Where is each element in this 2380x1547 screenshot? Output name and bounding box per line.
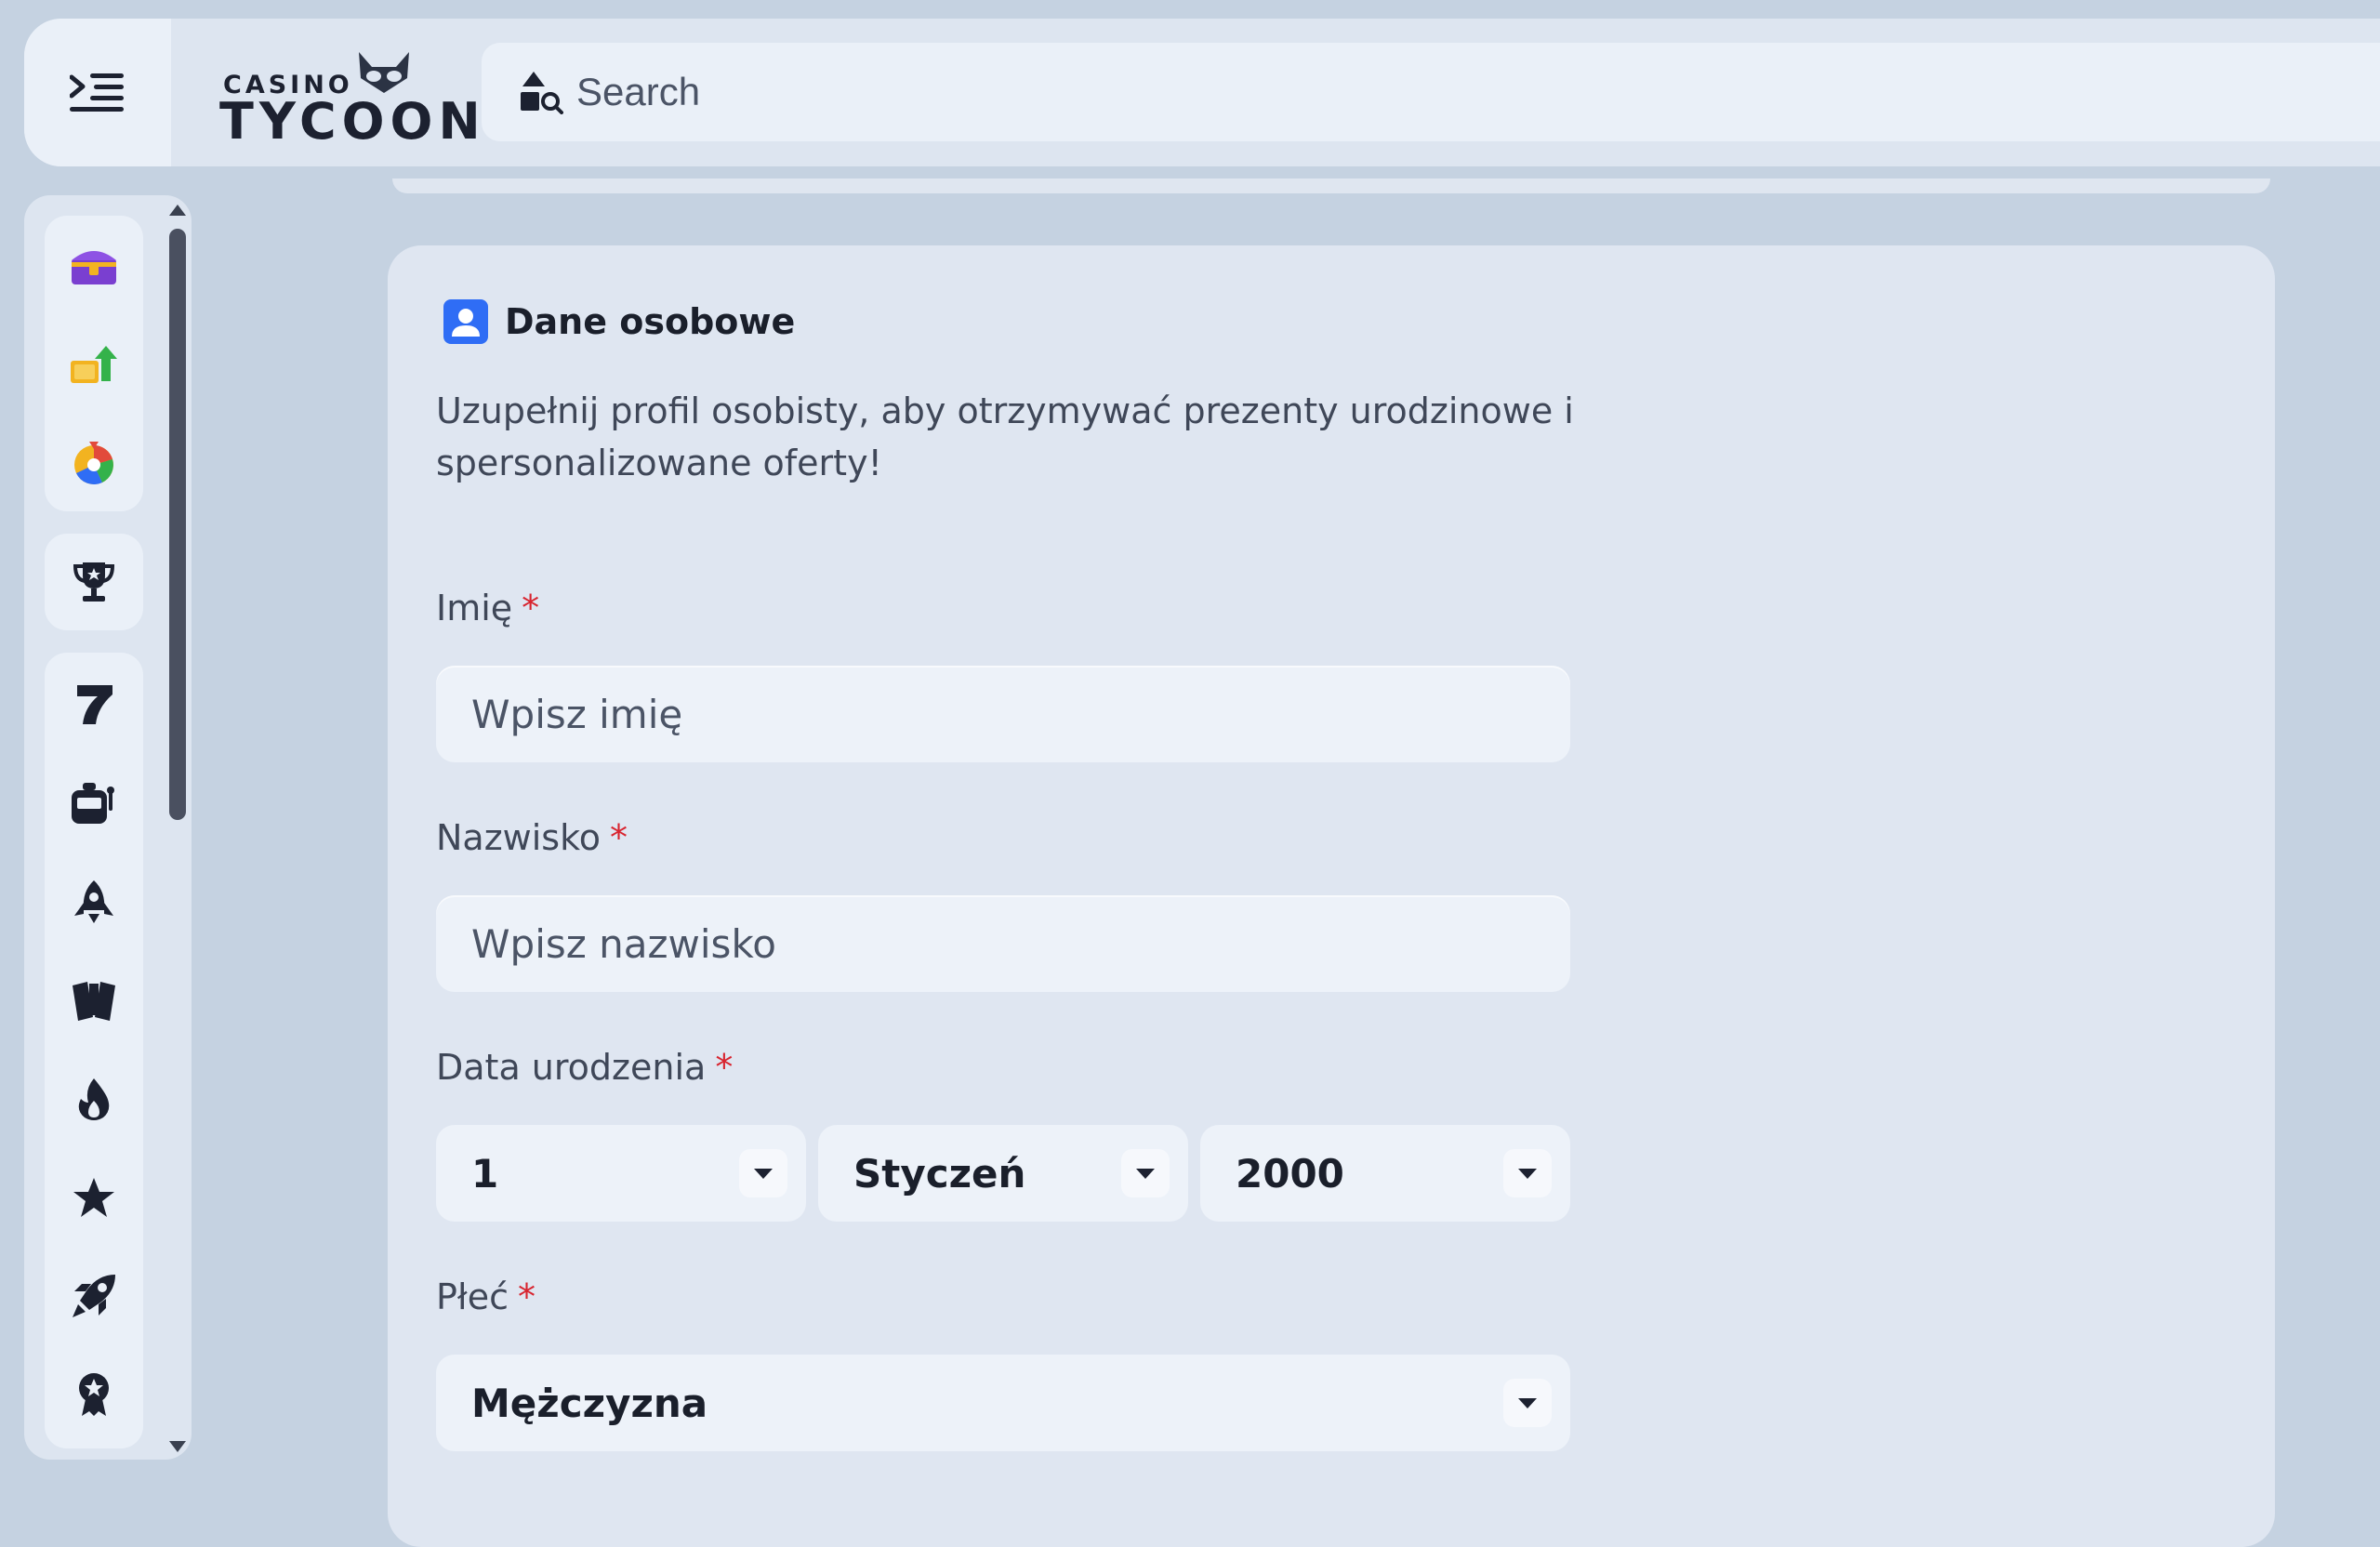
scroll-down-arrow[interactable] [169, 1441, 186, 1452]
card-title: Dane osobowe [443, 299, 795, 344]
required-mark: * [518, 1276, 536, 1317]
sidebar-item-crash[interactable] [45, 865, 143, 939]
card-subtitle: Uzupełnij profil osobisty, aby otrzymywa… [436, 390, 1574, 483]
slot-machine-icon [72, 783, 114, 824]
sidebar-item-slots[interactable] [45, 668, 143, 742]
sidebar-group-promotions [45, 216, 143, 511]
first-name-label-text: Imię [436, 588, 513, 628]
sidebar-item-favorites[interactable] [45, 1160, 143, 1235]
search-placeholder: Search [576, 70, 701, 113]
sidebar-item-hot[interactable] [45, 1062, 143, 1136]
gender-label-text: Płeć [436, 1276, 509, 1317]
birth-date-label-text: Data urodzenia [436, 1047, 707, 1088]
birth-month-dropdown-button[interactable] [1121, 1149, 1170, 1197]
birth-day-dropdown-button[interactable] [739, 1149, 787, 1197]
last-name-label: Nazwisko * [436, 817, 628, 858]
seven-icon [77, 685, 112, 724]
last-name-label-text: Nazwisko [436, 817, 601, 858]
chevron-down-icon [1518, 1168, 1537, 1179]
birth-month-select[interactable]: Styczeń [818, 1125, 1188, 1222]
search-bar[interactable]: Search [482, 43, 2380, 141]
sidebar-item-slot-machines[interactable] [45, 766, 143, 840]
required-mark: * [715, 1047, 734, 1088]
fire-icon [78, 1078, 110, 1120]
card-title-text: Dane osobowe [505, 301, 796, 342]
birth-year-dropdown-button[interactable] [1503, 1149, 1552, 1197]
first-name-label: Imię * [436, 588, 539, 628]
gender-select[interactable]: Mężczyzna [436, 1355, 1570, 1451]
sidebar-item-new[interactable] [45, 1259, 143, 1333]
birth-month-value: Styczeń [853, 1150, 1026, 1197]
menu-toggle-button[interactable] [24, 19, 171, 166]
sidebar-item-tournaments[interactable] [45, 545, 143, 619]
star-icon [73, 1178, 114, 1217]
sidebar-item-wheel[interactable] [45, 426, 143, 500]
required-mark: * [610, 817, 628, 858]
gender-value: Mężczyzna [471, 1380, 708, 1426]
first-name-input[interactable]: Wpisz imię [436, 666, 1570, 762]
treasure-chest-icon [72, 251, 116, 284]
chevron-down-icon [1518, 1397, 1537, 1408]
required-mark: * [522, 588, 540, 628]
birth-day-value: 1 [471, 1150, 499, 1197]
sidebar-group-tournaments [45, 534, 143, 630]
cards-icon [73, 982, 115, 1021]
sidebar-item-treasure[interactable] [45, 229, 143, 303]
previous-section-edge [392, 178, 2270, 193]
logo-tycoon-text: TYCOON [219, 92, 486, 151]
top-header: CASINO TYCOON Search [24, 19, 2380, 166]
chevron-down-icon [754, 1168, 773, 1179]
wheel-icon [74, 442, 113, 485]
first-name-placeholder: Wpisz imię [471, 691, 683, 737]
gender-dropdown-button[interactable] [1503, 1379, 1552, 1427]
sidebar-item-live-casino[interactable] [45, 963, 143, 1038]
personal-data-card: Dane osobowe Uzupełnij profil osobisty, … [388, 245, 2275, 1547]
birth-date-label: Data urodzenia * [436, 1047, 733, 1088]
gender-label: Płeć * [436, 1276, 536, 1317]
sidebar-item-exclusive[interactable] [45, 1357, 143, 1432]
shapes-search-icon [521, 72, 563, 114]
last-name-input[interactable]: Wpisz nazwisko [436, 895, 1570, 992]
rocket-crash-icon [74, 880, 113, 923]
last-name-placeholder: Wpisz nazwisko [471, 920, 776, 967]
rocket-icon [73, 1275, 115, 1317]
cashback-icon [71, 346, 117, 383]
casino-tycoon-logo[interactable]: CASINO TYCOON [197, 46, 481, 149]
trophy-icon [73, 562, 115, 602]
chevron-down-icon [1136, 1168, 1155, 1179]
birth-day-select[interactable]: 1 [436, 1125, 806, 1222]
scroll-up-arrow[interactable] [169, 205, 186, 216]
sidebar [24, 195, 192, 1460]
sidebar-item-cashback[interactable] [45, 327, 143, 402]
birth-year-select[interactable]: 2000 [1200, 1125, 1570, 1222]
sidebar-group-games [45, 653, 143, 1448]
medal-icon [79, 1373, 109, 1416]
user-profile-icon [443, 299, 488, 344]
menu-icon [70, 73, 124, 112]
sidebar-scrollbar-thumb[interactable] [169, 229, 186, 820]
birth-year-value: 2000 [1236, 1150, 1344, 1197]
